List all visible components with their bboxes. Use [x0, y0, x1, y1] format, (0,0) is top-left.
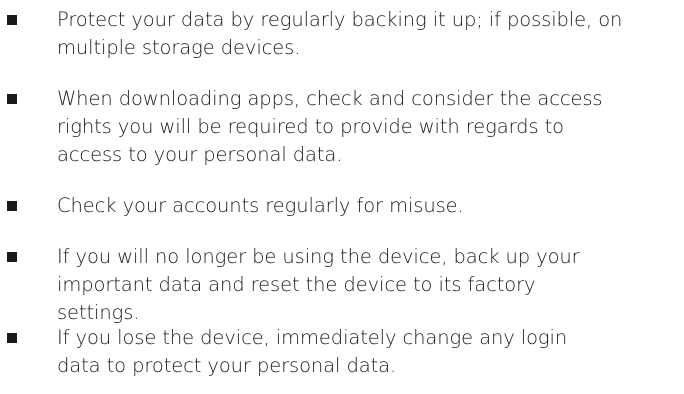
text-line: Protect your data by regularly backing i… [57, 8, 623, 31]
text-line: rights you will be required to provide w… [57, 115, 564, 138]
list-item-text: Check your accounts regularly for misuse… [57, 192, 681, 220]
text-line: data to protect your personal data. [57, 354, 397, 377]
text-line: multiple storage devices. [57, 36, 301, 59]
square-bullet-icon [7, 333, 17, 343]
square-bullet-icon [7, 252, 17, 262]
list-item-text: Protect your data by regularly backing i… [57, 6, 681, 62]
list-item-text: If you lose the device, immediately chan… [57, 324, 681, 380]
text-line: access to your personal data. [57, 143, 343, 166]
text-line: important data and reset the device to i… [57, 273, 536, 296]
text-line: Check your accounts regularly for misuse… [57, 194, 464, 217]
square-bullet-icon [7, 201, 17, 211]
text-line: If you will no longer be using the devic… [57, 245, 580, 268]
list-item-text: When downloading apps, check and conside… [57, 85, 681, 169]
text-line: When downloading apps, check and conside… [57, 87, 603, 110]
text-line: settings. [57, 301, 140, 324]
list-item-text: If you will no longer be using the devic… [57, 243, 681, 327]
square-bullet-icon [7, 94, 17, 104]
text-line: If you lose the device, immediately chan… [57, 326, 568, 349]
square-bullet-icon [7, 15, 17, 25]
